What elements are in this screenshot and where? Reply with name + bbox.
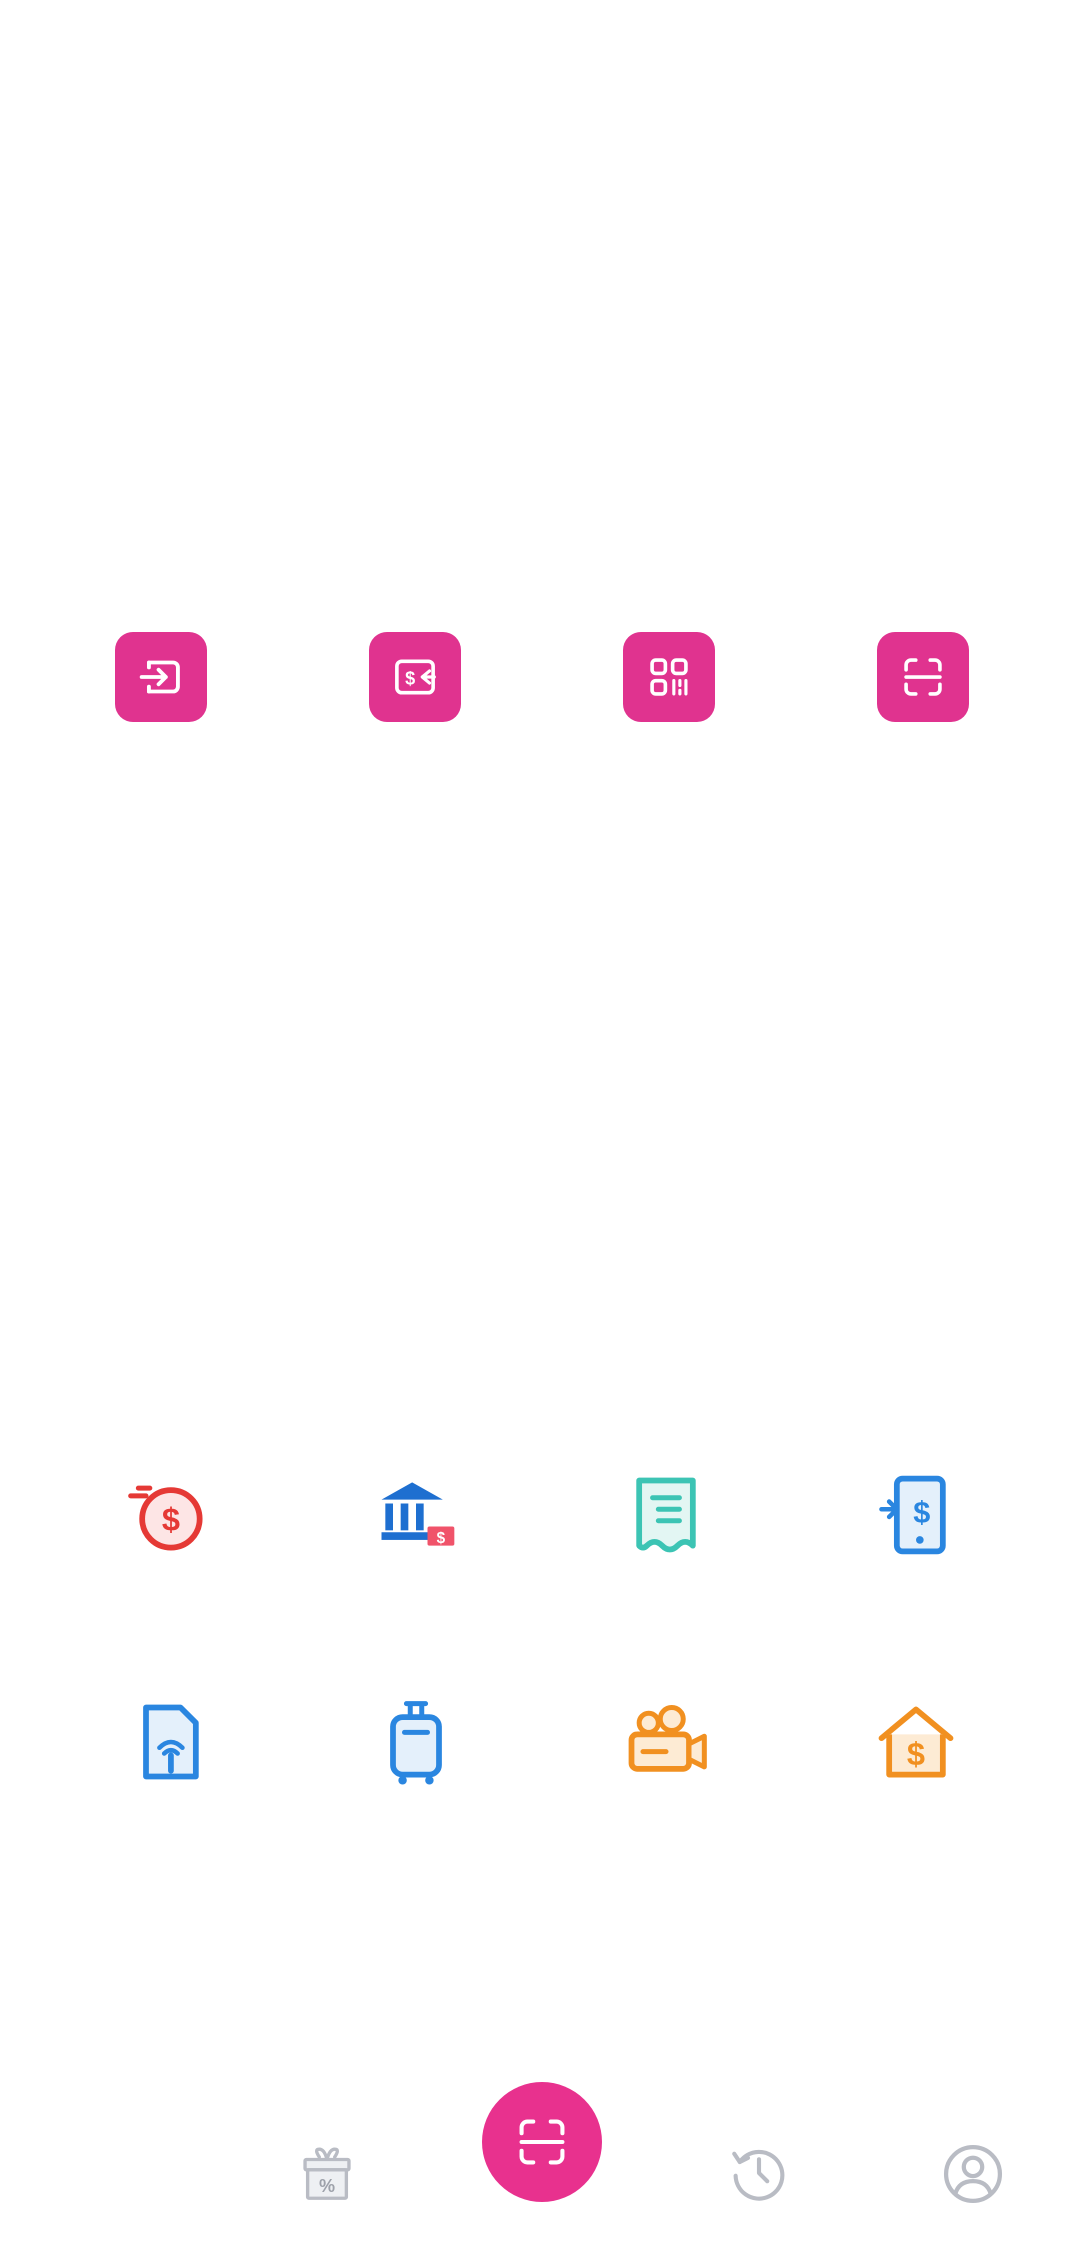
mobile-payment-icon: $ <box>879 1475 946 1555</box>
receipt-icon <box>636 1477 696 1553</box>
qr-code-icon <box>650 658 688 696</box>
scan-fab-button[interactable] <box>482 2082 602 2202</box>
svg-text:$: $ <box>907 1736 925 1772</box>
gift-discount-icon: % <box>303 2147 351 2200</box>
service-dollar-refund[interactable]: $ <box>119 1465 219 1565</box>
house-dollar-icon: $ <box>878 1706 954 1778</box>
movie-camera-icon <box>628 1705 707 1772</box>
service-bank[interactable]: $ <box>366 1465 466 1565</box>
transfer-money-icon: $ <box>395 659 436 695</box>
dollar-refund-icon: $ <box>128 1485 203 1551</box>
luggage-icon <box>390 1701 442 1785</box>
service-receipt[interactable] <box>616 1465 716 1565</box>
history-icon <box>732 2149 785 2201</box>
qr-code-button[interactable] <box>623 632 715 722</box>
service-movie-camera[interactable] <box>616 1692 716 1792</box>
bank-icon: $ <box>381 1482 455 1547</box>
svg-text:$: $ <box>437 1530 446 1547</box>
service-sim-card[interactable] <box>119 1692 219 1792</box>
svg-text:$: $ <box>162 1501 180 1537</box>
service-luggage[interactable] <box>366 1692 466 1792</box>
nav-profile[interactable] <box>935 2136 1011 2212</box>
svg-text:$: $ <box>913 1496 930 1530</box>
service-mobile-payment[interactable]: $ <box>866 1465 966 1565</box>
profile-icon <box>943 2144 1003 2204</box>
login-icon <box>139 660 180 694</box>
transfer-money-button[interactable]: $ <box>369 632 461 722</box>
scan-icon <box>904 658 942 696</box>
svg-text:%: % <box>319 2176 335 2196</box>
scan-button[interactable] <box>877 632 969 722</box>
service-house-dollar[interactable]: $ <box>866 1692 966 1792</box>
login-button[interactable] <box>115 632 207 722</box>
nav-offers[interactable]: % <box>292 2140 362 2210</box>
scan-icon <box>519 2119 565 2165</box>
nav-history[interactable] <box>722 2136 796 2210</box>
svg-text:$: $ <box>405 668 415 688</box>
sim-card-icon <box>143 1704 199 1780</box>
